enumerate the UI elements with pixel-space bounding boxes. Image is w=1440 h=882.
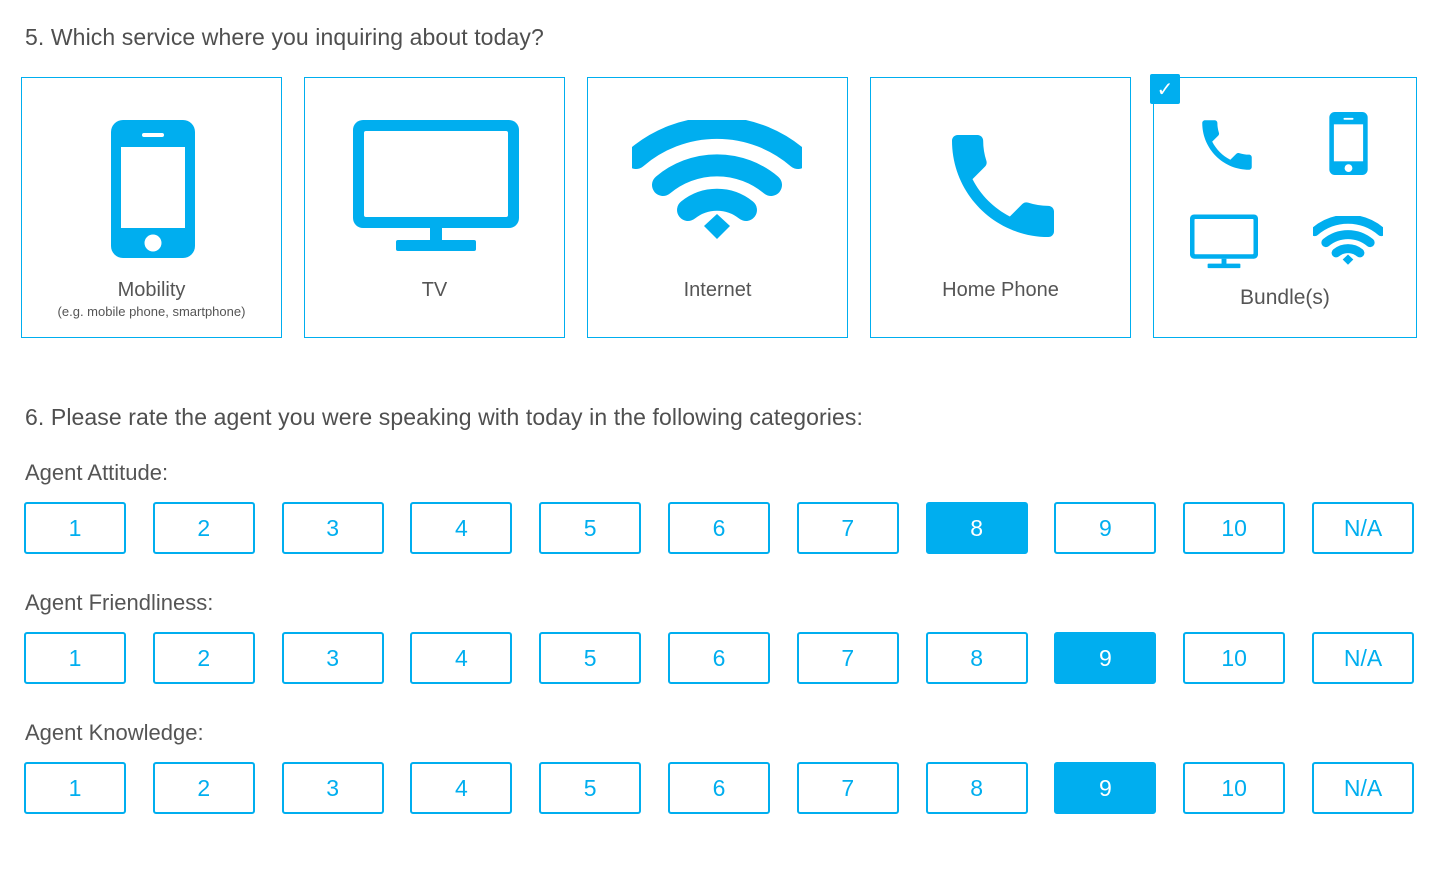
- rating-option-2[interactable]: 2: [152, 502, 255, 554]
- rating-option-1[interactable]: 1: [24, 632, 126, 684]
- rating-row-attitude: 1 2 3 4 5 6 7 8 9 10 N/A: [24, 502, 1414, 554]
- phone-icon: [1202, 120, 1252, 170]
- smartphone-icon: [111, 120, 195, 258]
- rating-option-3[interactable]: 3: [281, 762, 384, 814]
- rating-option-7[interactable]: 7: [796, 632, 899, 684]
- service-card-mobility[interactable]: Mobility (e.g. mobile phone, smartphone): [21, 77, 282, 338]
- service-label-mobility: Mobility: [117, 279, 186, 301]
- tv-icon: [1190, 214, 1258, 269]
- rating-option-6[interactable]: 6: [668, 762, 770, 814]
- service-card-internet[interactable]: Internet: [587, 77, 848, 338]
- rating-option-2[interactable]: 2: [152, 632, 255, 684]
- category-label-attitude: Agent Attitude:: [25, 460, 169, 485]
- rating-option-5[interactable]: 5: [539, 502, 642, 554]
- smartphone-icon: [1329, 112, 1368, 175]
- rating-option-na[interactable]: N/A: [1312, 632, 1414, 684]
- rating-option-na[interactable]: N/A: [1312, 502, 1414, 554]
- question-6-title: 6. Please rate the agent you were speaki…: [25, 404, 863, 430]
- rating-option-10[interactable]: 10: [1183, 632, 1286, 684]
- rating-option-4[interactable]: 4: [410, 632, 513, 684]
- survey-page: 5. Which service where you inquiring abo…: [0, 0, 1440, 882]
- rating-option-3[interactable]: 3: [281, 632, 384, 684]
- service-label-tv: TV: [421, 279, 448, 301]
- rating-option-1[interactable]: 1: [24, 502, 126, 554]
- wifi-icon: [632, 120, 802, 239]
- rating-option-1[interactable]: 1: [24, 762, 126, 814]
- service-label-internet: Internet: [683, 279, 752, 301]
- rating-option-3[interactable]: 3: [281, 502, 384, 554]
- rating-option-6[interactable]: 6: [668, 502, 770, 554]
- rating-row-knowledge: 1 2 3 4 5 6 7 8 9 10 N/A: [24, 762, 1414, 814]
- rating-option-2[interactable]: 2: [152, 762, 255, 814]
- rating-option-7[interactable]: 7: [796, 502, 899, 554]
- category-label-friendliness: Agent Friendliness:: [25, 590, 214, 615]
- service-options: Mobility (e.g. mobile phone, smartphone)…: [21, 74, 1417, 340]
- rating-option-10[interactable]: 10: [1183, 762, 1286, 814]
- rating-option-5[interactable]: 5: [539, 632, 642, 684]
- service-label-home-phone: Home Phone: [942, 279, 1059, 301]
- rating-option-8[interactable]: 8: [925, 632, 1028, 684]
- rating-option-na[interactable]: N/A: [1312, 762, 1414, 814]
- wifi-icon: [1313, 216, 1383, 265]
- rating-option-9[interactable]: 9: [1054, 502, 1157, 554]
- question-5-title: 5. Which service where you inquiring abo…: [25, 24, 544, 50]
- tv-icon: [353, 120, 519, 251]
- rating-option-9[interactable]: 9: [1054, 632, 1157, 684]
- checkmark-icon: ✓: [1150, 74, 1180, 104]
- rating-option-10[interactable]: 10: [1183, 502, 1286, 554]
- service-sublabel-mobility: (e.g. mobile phone, smartphone): [57, 304, 246, 319]
- rating-option-6[interactable]: 6: [668, 632, 770, 684]
- service-label-bundles: Bundle(s): [1240, 286, 1330, 309]
- service-card-tv[interactable]: TV: [304, 77, 565, 338]
- service-card-home-phone[interactable]: Home Phone: [870, 77, 1131, 338]
- rating-option-4[interactable]: 4: [410, 762, 513, 814]
- rating-option-8[interactable]: 8: [925, 762, 1028, 814]
- category-label-knowledge: Agent Knowledge:: [25, 720, 204, 745]
- rating-option-5[interactable]: 5: [539, 762, 642, 814]
- rating-option-9[interactable]: 9: [1054, 762, 1157, 814]
- rating-option-8[interactable]: 8: [925, 502, 1028, 554]
- rating-option-7[interactable]: 7: [796, 762, 899, 814]
- rating-row-friendliness: 1 2 3 4 5 6 7 8 9 10 N/A: [24, 632, 1414, 684]
- service-card-bundles[interactable]: Bundle(s) ✓: [1150, 74, 1417, 338]
- rating-option-4[interactable]: 4: [410, 502, 513, 554]
- phone-icon: [952, 135, 1054, 237]
